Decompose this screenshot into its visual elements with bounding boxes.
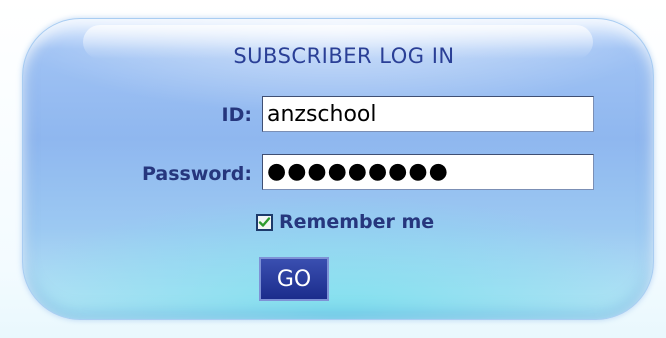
login-widget: SUBSCRIBER LOG IN ID: Password: ●●●●●●●●… (0, 0, 666, 338)
login-title: SUBSCRIBER LOG IN (233, 44, 455, 68)
checkmark-icon (258, 216, 271, 227)
id-input[interactable] (262, 96, 594, 132)
remember-me-option[interactable]: Remember me (256, 209, 434, 235)
remember-me-checkbox[interactable] (256, 213, 273, 231)
remember-me-label[interactable]: Remember me (279, 211, 434, 233)
password-label: Password: (141, 163, 252, 185)
password-input[interactable]: ●●●●●●●●● (262, 154, 594, 190)
id-label: ID: (221, 104, 252, 126)
go-button[interactable]: GO (259, 257, 329, 301)
